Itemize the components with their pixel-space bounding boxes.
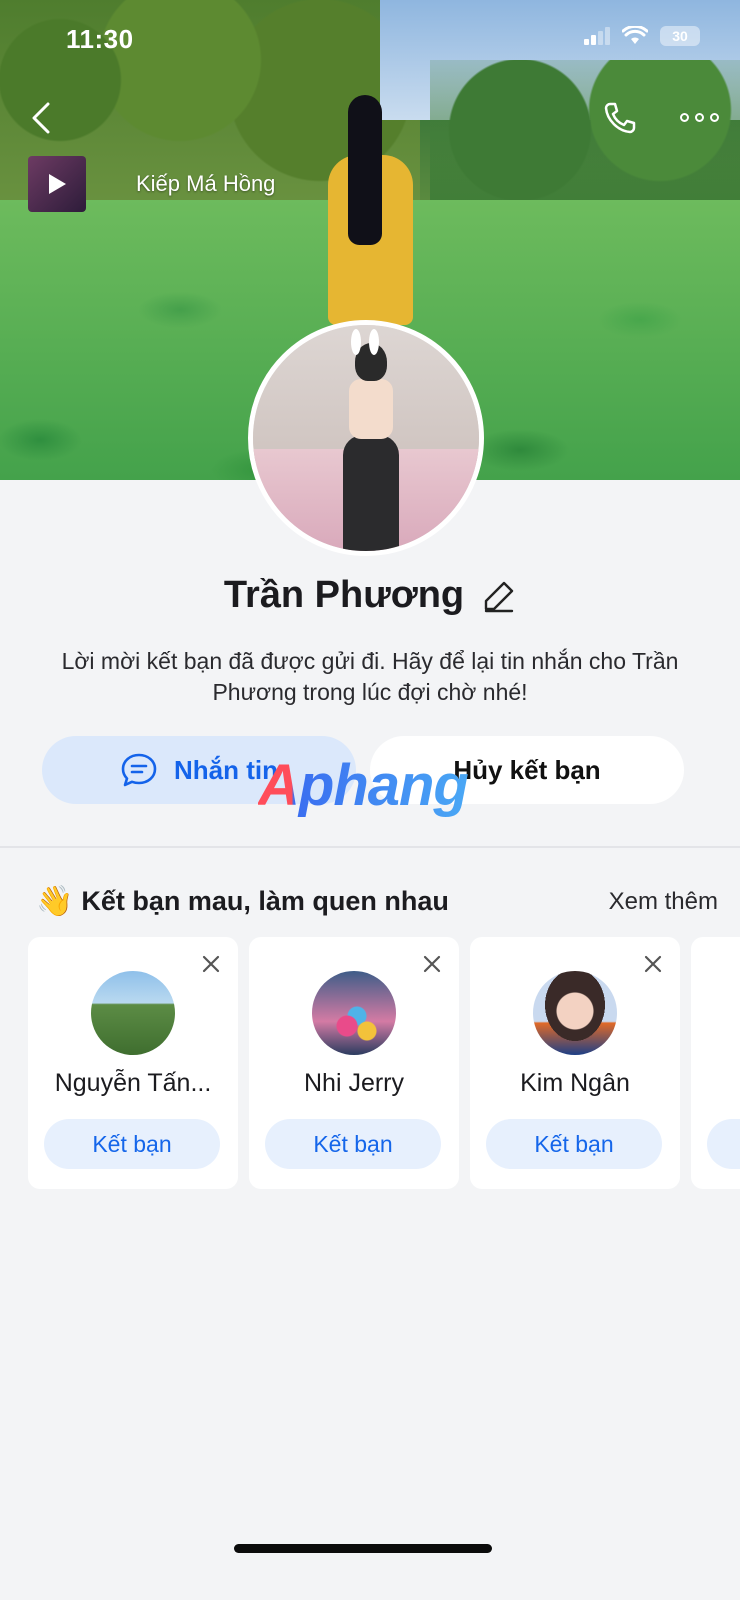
profile-avatar[interactable] bbox=[248, 320, 484, 556]
profile-name: Trần Phương bbox=[223, 574, 465, 616]
suggestion-card[interactable]: Nhi Jerry Kết bạn bbox=[249, 937, 459, 1189]
add-friend-button-partial[interactable] bbox=[707, 1119, 740, 1169]
cover-trees-right bbox=[430, 60, 740, 210]
close-icon[interactable] bbox=[200, 953, 222, 975]
edit-pencil-icon[interactable] bbox=[482, 579, 516, 613]
suggestion-avatar[interactable] bbox=[91, 971, 175, 1055]
status-icons: 30 bbox=[584, 26, 700, 46]
section-divider bbox=[0, 846, 740, 848]
suggestion-name: Nguyễn Tấn... bbox=[54, 1069, 212, 1097]
suggestions-carousel[interactable]: Nguyễn Tấn... Kết bạn Nhi Jerry Kết bạn … bbox=[28, 937, 740, 1189]
suggestion-card-partial[interactable] bbox=[691, 937, 740, 1189]
home-indicator[interactable] bbox=[234, 1544, 492, 1553]
battery-icon: 30 bbox=[660, 26, 700, 46]
suggestions-title: Kết bạn mau, làm quen nhau bbox=[81, 886, 449, 916]
close-icon[interactable] bbox=[642, 953, 664, 975]
suggestion-avatar[interactable] bbox=[533, 971, 617, 1055]
back-button[interactable] bbox=[26, 98, 56, 138]
cancel-friend-request-label: Hủy kết bạn bbox=[453, 754, 601, 785]
music-title: Kiếp Má Hồng bbox=[136, 171, 276, 196]
suggestions-heading: 👋 Kết bạn mau, làm quen nhau bbox=[36, 884, 449, 919]
friend-request-notice: Lời mời kết bạn đã được gửi đi. Hãy để l… bbox=[61, 648, 679, 705]
wifi-icon bbox=[622, 26, 648, 44]
music-thumbnail[interactable] bbox=[28, 156, 86, 212]
person-hair bbox=[348, 95, 382, 245]
profile-music[interactable]: Kiếp Má Hồng bbox=[28, 156, 275, 212]
suggestion-name: Kim Ngân bbox=[520, 1069, 630, 1097]
more-options-icon[interactable] bbox=[680, 104, 722, 130]
suggestion-avatar[interactable] bbox=[312, 971, 396, 1055]
cellular-signal-icon bbox=[584, 27, 610, 45]
status-time: 11:30 bbox=[66, 24, 134, 54]
profile-name-row: Trần Phương bbox=[0, 574, 740, 617]
see-more-link[interactable]: Xem thêm bbox=[609, 888, 718, 916]
chevron-left-icon bbox=[32, 102, 50, 134]
phone-call-icon[interactable] bbox=[602, 100, 638, 136]
add-friend-button[interactable]: Kết bạn bbox=[44, 1119, 220, 1169]
close-icon[interactable] bbox=[421, 953, 443, 975]
suggestion-name: Nhi Jerry bbox=[303, 1069, 404, 1097]
play-icon bbox=[49, 174, 66, 194]
cover-person bbox=[318, 95, 418, 325]
add-friend-button[interactable]: Kết bạn bbox=[265, 1119, 441, 1169]
suggestion-card[interactable]: Kim Ngân Kết bạn bbox=[470, 937, 680, 1189]
watermark-logo: Aphang bbox=[258, 753, 469, 818]
add-friend-button[interactable]: Kết bạn bbox=[486, 1119, 662, 1169]
waving-hand-icon: 👋 bbox=[36, 885, 74, 918]
suggestion-card[interactable]: Nguyễn Tấn... Kết bạn bbox=[28, 937, 238, 1189]
chat-bubble-icon bbox=[121, 753, 157, 787]
